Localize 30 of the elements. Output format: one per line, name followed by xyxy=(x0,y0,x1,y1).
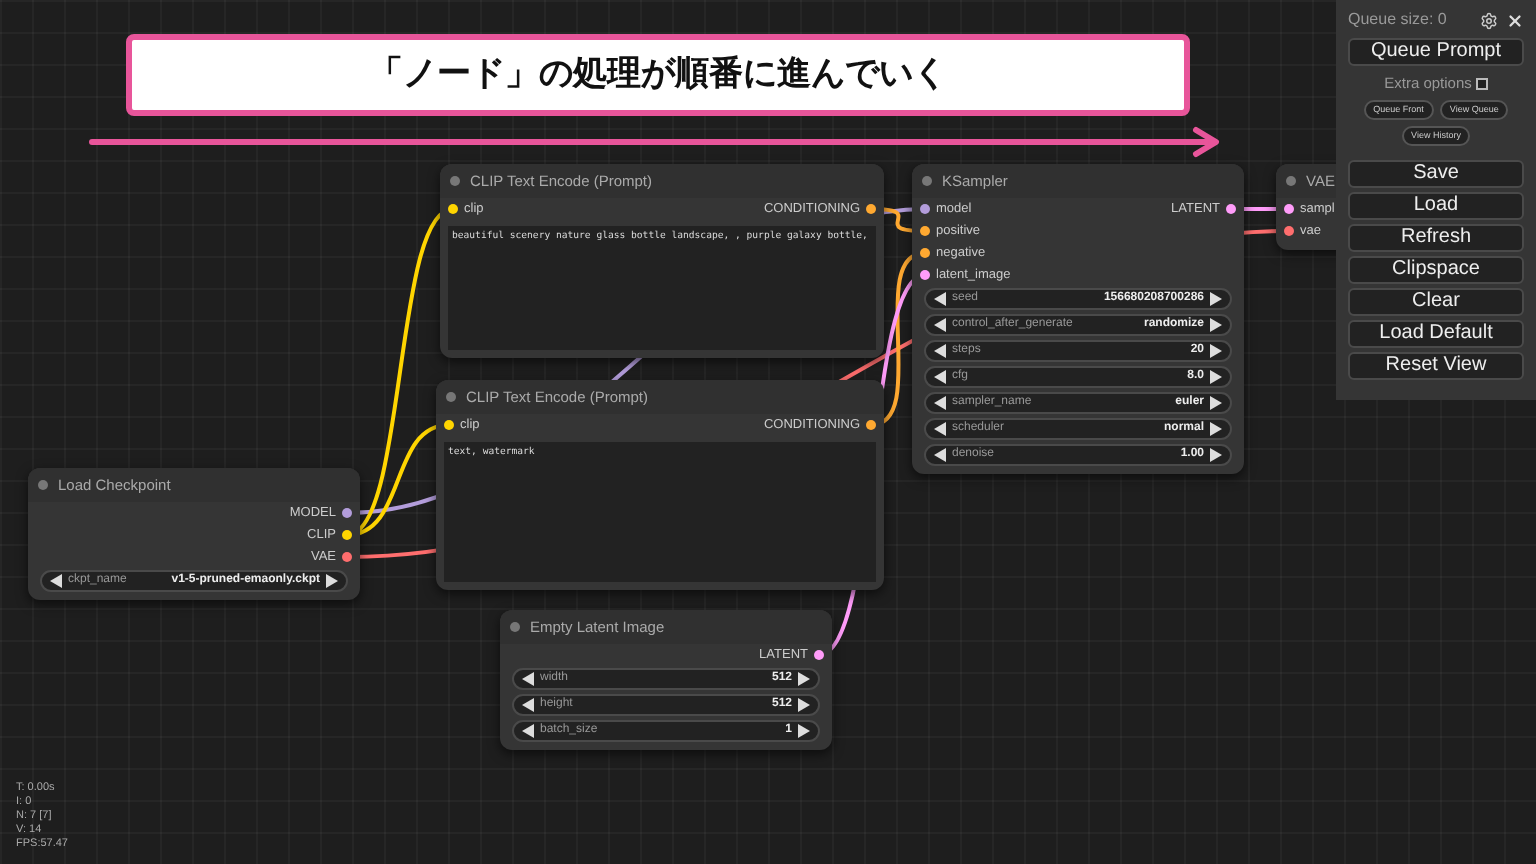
input-socket[interactable] xyxy=(1284,226,1294,236)
menu-button[interactable]: Load xyxy=(1348,192,1524,221)
queue-size-label: Queue size: 0 xyxy=(1348,8,1447,32)
input-socket[interactable] xyxy=(920,248,930,258)
input-socket[interactable] xyxy=(448,204,458,214)
input-socket[interactable] xyxy=(920,270,930,280)
input-socket[interactable] xyxy=(1284,204,1294,214)
output-socket[interactable] xyxy=(1226,204,1236,214)
input-socket[interactable] xyxy=(444,420,454,430)
decrement-arrow-icon[interactable] xyxy=(50,574,62,588)
input-socket[interactable] xyxy=(920,226,930,236)
menu-button[interactable]: Clipspace xyxy=(1348,256,1524,285)
menu-button[interactable]: Reset View xyxy=(1348,352,1524,381)
caption-text: 「ノード」の処理が順番に進んでいく xyxy=(369,51,947,98)
output-socket[interactable] xyxy=(814,650,824,660)
menu-button[interactable]: Queue Prompt xyxy=(1348,38,1524,66)
output-socket[interactable] xyxy=(342,508,352,518)
output-socket[interactable] xyxy=(342,530,352,540)
input-socket[interactable] xyxy=(920,204,930,214)
settings-icon[interactable] xyxy=(1480,11,1498,29)
menu-button[interactable]: Save xyxy=(1348,160,1524,189)
increment-arrow-icon[interactable] xyxy=(326,574,338,588)
output-socket[interactable] xyxy=(866,204,876,214)
close-icon[interactable] xyxy=(1506,11,1524,29)
output-socket[interactable] xyxy=(866,420,876,430)
menu-button[interactable]: Load Default xyxy=(1348,320,1524,349)
output-socket[interactable] xyxy=(342,552,352,562)
extra-options-checkbox[interactable] xyxy=(1475,77,1488,90)
menu-button[interactable]: Refresh xyxy=(1348,224,1524,253)
menu-button[interactable]: Clear xyxy=(1348,288,1524,317)
